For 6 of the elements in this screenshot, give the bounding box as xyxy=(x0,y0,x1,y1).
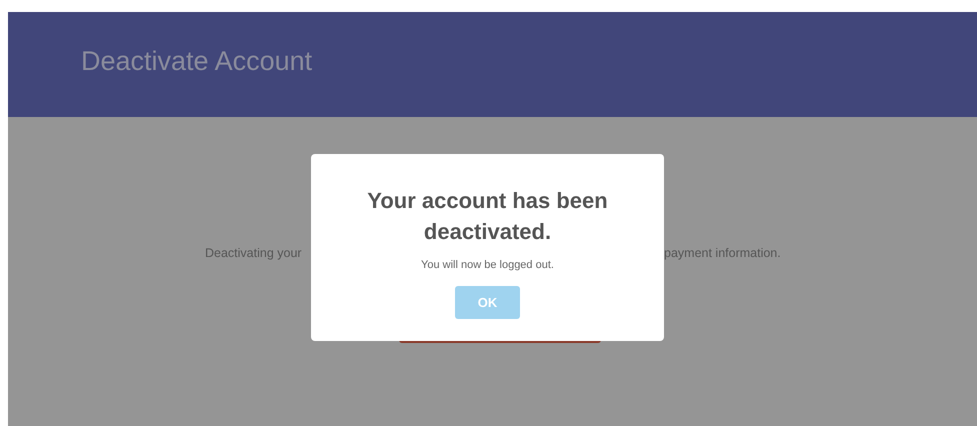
description-text: Deactivating your xyxy=(205,246,303,260)
page-title: Deactivate Account xyxy=(81,46,312,77)
ok-button[interactable]: OK xyxy=(455,286,520,319)
dialog-message: You will now be logged out. xyxy=(421,259,554,271)
dialog-title: Your account has been deactivated. xyxy=(366,187,609,246)
description-text: payment information. xyxy=(664,246,782,260)
